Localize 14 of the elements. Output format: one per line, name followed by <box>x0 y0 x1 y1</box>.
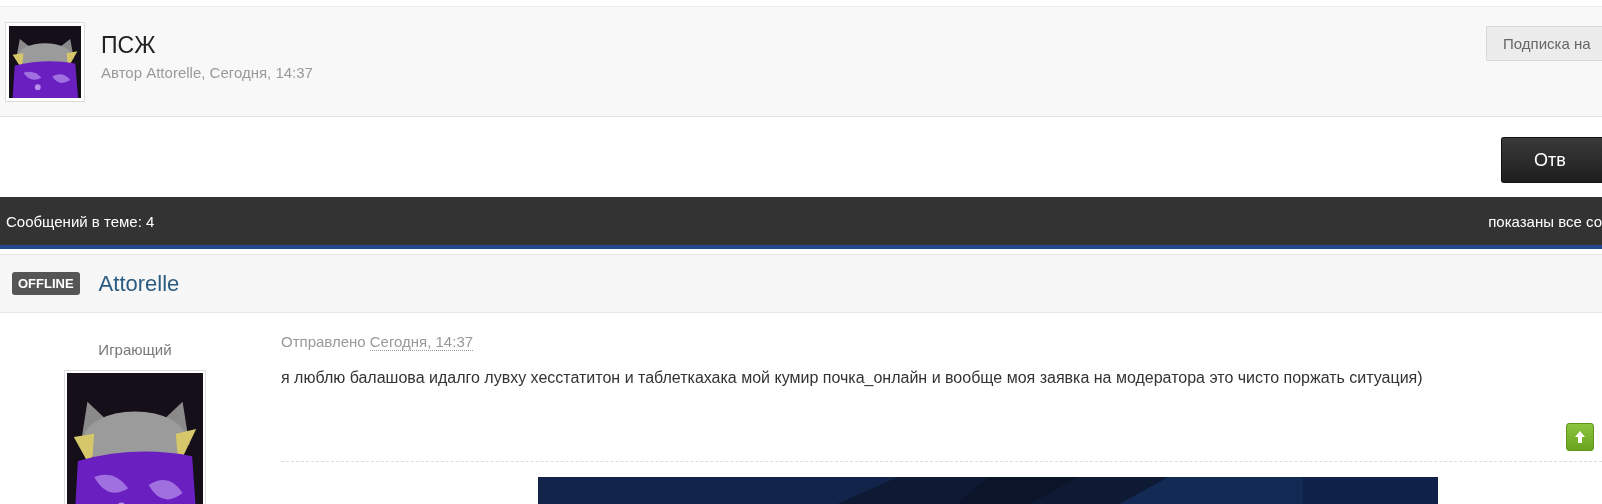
topic-title: ПСЖ <box>101 32 157 59</box>
upvote-button[interactable] <box>1566 423 1594 451</box>
author-link[interactable]: Attorelle <box>98 270 180 297</box>
arrow-up-icon <box>1574 430 1586 444</box>
posted-time: Сегодня, 14:37 <box>369 333 474 351</box>
user-rank: Играющий <box>98 341 172 358</box>
reply-button[interactable]: Отв <box>1501 137 1602 183</box>
post-count: Сообщений в теме: 4 <box>6 212 155 230</box>
status-badge: OFFLINE <box>12 272 80 295</box>
shown-posts-note: показаны все со <box>1488 212 1602 230</box>
subscribe-button[interactable]: Подписка на <box>1486 26 1602 61</box>
post-text: я люблю балашова идалго лувху хесстатитон и таблеткахака мой кумир почка_онлайн и вообще моя заявка на модератора это чисто поржать ситуация) <box>281 369 1424 387</box>
topic-byline: Автор Attorelle, Сегодня, 14:37 <box>101 64 314 81</box>
posted-label: Отправлено <box>281 333 366 351</box>
